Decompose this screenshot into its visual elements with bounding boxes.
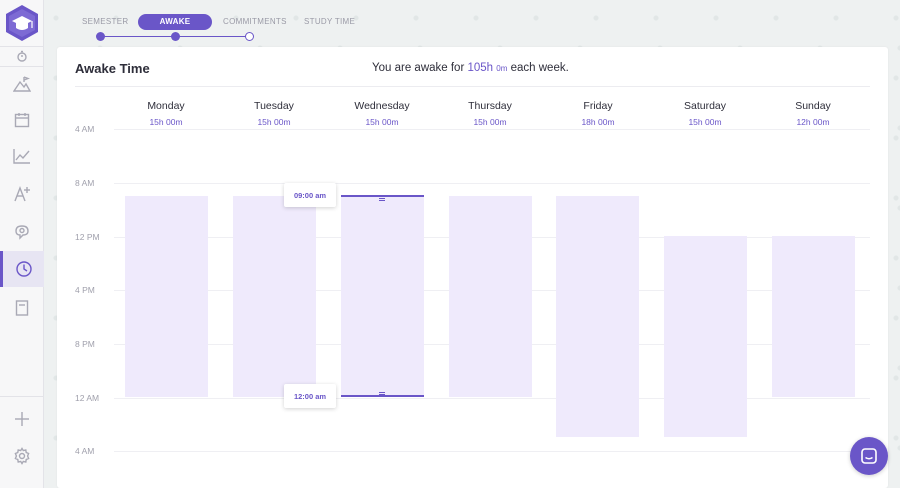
resize-handle-top[interactable] <box>379 198 385 201</box>
day-total: 15h 00m <box>688 117 722 127</box>
day-name: Saturday <box>683 100 727 112</box>
sidebar <box>0 0 44 488</box>
day-name: Monday <box>147 100 185 112</box>
brain-icon <box>15 225 29 240</box>
day-total: 12h 00m <box>796 117 830 127</box>
clock-icon <box>15 261 32 277</box>
gear-icon <box>14 447 30 465</box>
hour-label: 12 PM <box>75 232 100 242</box>
summary-suffix: each week. <box>510 62 569 74</box>
day-total: 15h 00m <box>257 117 291 127</box>
hour-gridline <box>114 398 870 399</box>
summary-prefix: You are awake for <box>372 62 465 74</box>
hour-label: 12 AM <box>75 393 100 403</box>
sidebar-item-grades[interactable] <box>0 176 44 212</box>
summary-minutes: 0m <box>496 64 508 73</box>
hour-label: 4 AM <box>75 446 95 456</box>
step-semester[interactable]: SEMESTER <box>82 14 128 30</box>
step-dot-awake[interactable] <box>171 32 180 41</box>
summary-hours: 105h <box>467 62 494 74</box>
day-total: 18h 00m <box>581 117 615 127</box>
hour-label: 4 AM <box>75 124 95 134</box>
day-header-wednesday: Wednesday 15h 00m <box>328 99 436 128</box>
header-divider <box>75 86 870 87</box>
day-header-friday: Friday 18h 00m <box>544 99 652 128</box>
hour-label: 4 PM <box>75 285 95 295</box>
setup-stepper: SEMESTER AWAKE COMMITMENTS STUDY TIME <box>70 12 370 42</box>
day-total: 15h 00m <box>473 117 507 127</box>
day-name: Thursday <box>468 100 512 112</box>
app-logo[interactable] <box>5 4 39 42</box>
day-header-tuesday: Tuesday 15h 00m <box>220 99 328 128</box>
end-time-tooltip: 12:00 am <box>284 384 336 408</box>
day-name: Friday <box>583 100 613 112</box>
awake-block-sunday[interactable] <box>772 236 855 397</box>
hour-label: 8 AM <box>75 178 95 188</box>
sidebar-item-settings[interactable] <box>0 438 44 474</box>
sidebar-item-notes[interactable] <box>0 290 44 326</box>
day-header-monday: Monday 15h 00m <box>112 99 220 128</box>
hour-gridline <box>114 129 870 130</box>
day-total: 15h 00m <box>149 117 183 127</box>
awake-block-thursday[interactable] <box>449 196 532 397</box>
day-header-sunday: Sunday 12h 00m <box>759 99 867 128</box>
step-dot-semester[interactable] <box>96 32 105 41</box>
chat-icon <box>861 448 877 464</box>
day-header-saturday: Saturday 15h 00m <box>651 99 759 128</box>
awake-block-monday[interactable] <box>125 196 208 397</box>
sidebar-divider <box>0 396 44 397</box>
hour-label: 8 PM <box>75 339 95 349</box>
step-study-time[interactable]: STUDY TIME <box>304 14 355 30</box>
chart-icon <box>13 149 30 164</box>
awake-time-card: Awake Time You are awake for 105h 0m eac… <box>57 47 888 488</box>
sidebar-item-analytics[interactable] <box>0 138 44 174</box>
mountain-icon <box>13 76 31 92</box>
card-title: Awake Time <box>75 61 150 76</box>
awake-block-top-edge <box>341 195 424 197</box>
day-header-thursday: Thursday 15h 00m <box>436 99 544 128</box>
day-name: Tuesday <box>254 100 294 112</box>
awake-summary: You are awake for 105h 0m each week. <box>372 62 569 74</box>
sidebar-item-schedule[interactable] <box>0 251 44 287</box>
sidebar-item-add[interactable] <box>0 401 44 437</box>
awake-block-tuesday[interactable] <box>233 196 316 397</box>
day-total: 15h 00m <box>365 117 399 127</box>
sidebar-item-timer[interactable] <box>0 46 44 66</box>
step-dot-commitments[interactable] <box>245 32 254 41</box>
day-name: Sunday <box>795 100 831 112</box>
start-time-tooltip: 09:00 am <box>284 183 336 207</box>
step-awake[interactable]: AWAKE <box>138 14 212 30</box>
hour-gridline <box>114 183 870 184</box>
chat-support-button[interactable] <box>850 437 888 475</box>
timer-icon <box>17 50 27 62</box>
awake-block-bottom-edge <box>341 395 424 397</box>
awake-block-wednesday[interactable] <box>341 196 424 397</box>
grade-icon <box>14 186 30 202</box>
hour-gridline <box>114 451 870 452</box>
book-icon <box>15 300 29 316</box>
calendar-icon <box>14 113 30 128</box>
resize-handle-bottom[interactable] <box>379 392 385 395</box>
step-commitments[interactable]: COMMITMENTS <box>223 14 287 30</box>
awake-block-friday[interactable] <box>556 196 639 437</box>
plus-icon <box>15 412 29 426</box>
awake-block-saturday[interactable] <box>664 236 747 437</box>
day-name: Wednesday <box>354 100 410 112</box>
sidebar-item-goals[interactable] <box>0 66 44 102</box>
sidebar-item-focus[interactable] <box>0 214 44 250</box>
sidebar-item-calendar[interactable] <box>0 102 44 138</box>
